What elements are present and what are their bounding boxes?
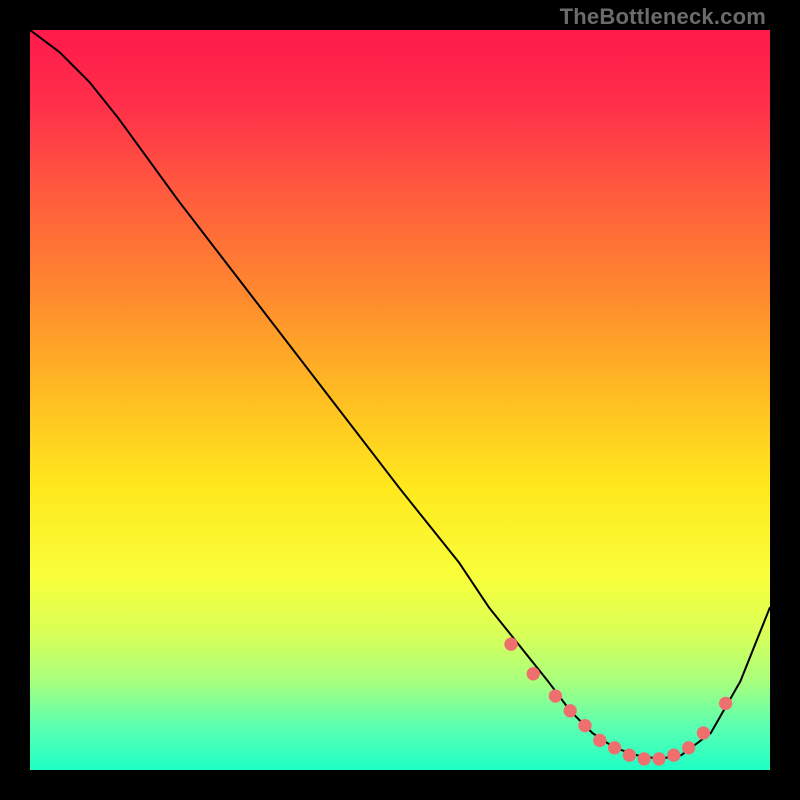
data-marker	[697, 726, 710, 739]
data-marker	[578, 719, 591, 732]
data-marker	[682, 741, 695, 754]
data-marker	[608, 741, 621, 754]
chart-svg	[30, 30, 770, 770]
data-marker	[564, 704, 577, 717]
markers-group	[504, 638, 732, 766]
bottleneck-curve	[30, 30, 770, 759]
data-marker	[623, 749, 636, 762]
plot-area	[30, 30, 770, 770]
data-marker	[504, 638, 517, 651]
chart-frame: TheBottleneck.com	[0, 0, 800, 800]
data-marker	[652, 752, 665, 765]
data-marker	[638, 752, 651, 765]
data-marker	[527, 667, 540, 680]
data-marker	[719, 697, 732, 710]
watermark-text: TheBottleneck.com	[560, 4, 766, 30]
data-marker	[549, 689, 562, 702]
data-marker	[667, 749, 680, 762]
data-marker	[593, 734, 606, 747]
